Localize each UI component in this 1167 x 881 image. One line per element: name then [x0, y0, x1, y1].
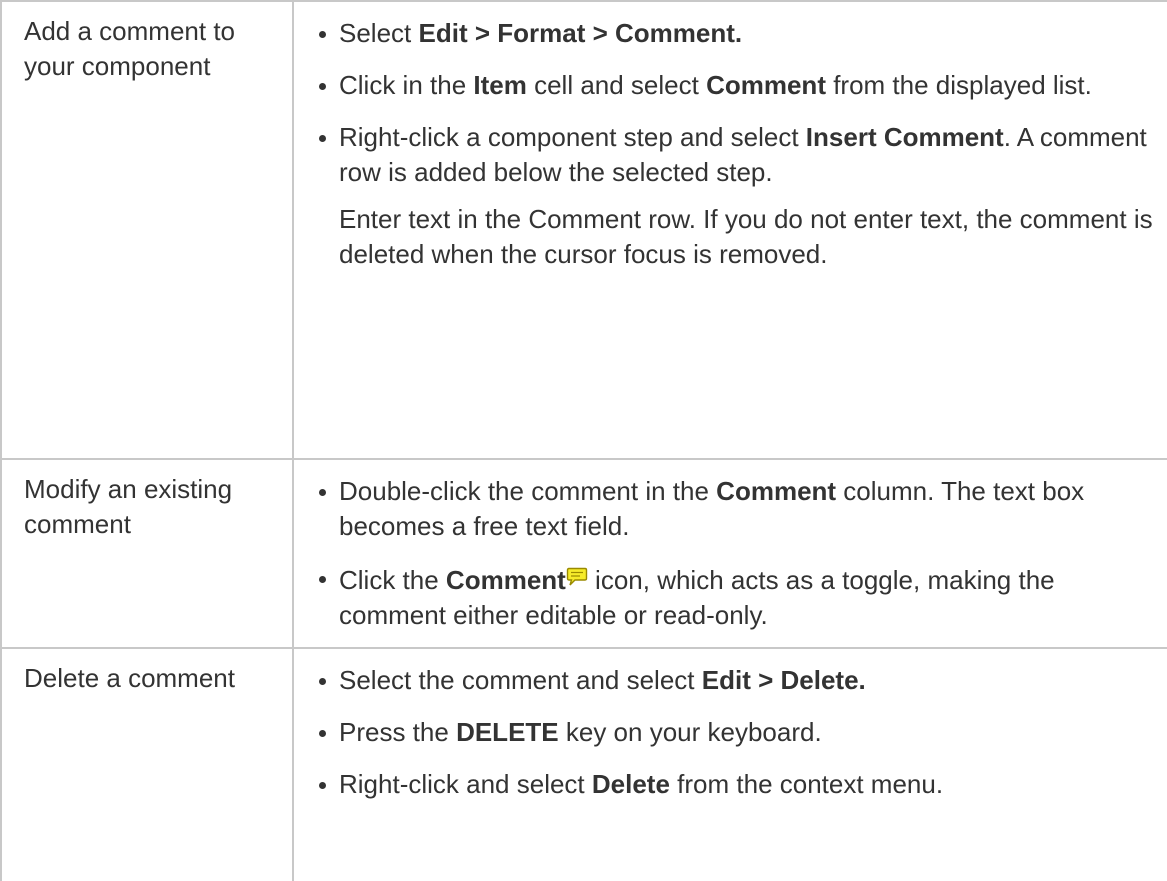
bullet-icon	[319, 782, 326, 789]
steps-list: Double-click the comment in the Comment …	[294, 474, 1167, 633]
list-item: Click the Comment icon, which acts as a …	[294, 561, 1167, 633]
table-row: Add a comment to your component Select E…	[0, 1, 1167, 459]
bullet-icon	[319, 678, 326, 685]
bold-term: Comment	[706, 70, 826, 100]
step-text: cell and select	[526, 70, 707, 100]
step-note: Enter text in the Comment row. If you do…	[339, 204, 1153, 269]
steps-list: Select the comment and select Edit > Del…	[294, 663, 1167, 802]
steps-cell: Select Edit > Format > Comment. Click in …	[293, 1, 1167, 459]
bold-term: Comment	[445, 565, 566, 595]
bullet-icon	[319, 576, 326, 583]
task-cell: Modify an existing comment	[0, 459, 294, 648]
comment-icon	[566, 561, 588, 596]
bullet-icon	[319, 135, 326, 142]
step-text: from the context menu.	[669, 769, 944, 799]
bold-term: Insert Comment	[805, 122, 1004, 152]
bold-term: Delete	[591, 769, 670, 799]
bold-term: Comment	[716, 476, 837, 506]
table-row: Modify an existing comment Double-click …	[0, 459, 1167, 648]
list-item: Select Edit > Format > Comment.	[294, 16, 1167, 51]
step-text: Select	[339, 18, 419, 48]
task-label: Delete a comment	[24, 663, 235, 693]
list-item: Right-click a component step and select …	[294, 120, 1167, 190]
bold-term: Edit > Delete.	[701, 665, 866, 695]
step-text: Double-click the comment in the	[339, 476, 717, 506]
bold-term: DELETE	[456, 717, 559, 747]
bullet-icon	[319, 83, 326, 90]
task-label: Modify an existing comment	[24, 474, 233, 539]
list-item: Press the DELETE key on your keyboard.	[294, 715, 1167, 750]
list-item: Right-click and select Delete from the c…	[294, 767, 1167, 802]
step-text: key on your keyboard.	[558, 717, 822, 747]
steps-list: Select Edit > Format > Comment. Click in …	[294, 16, 1167, 190]
bold-term: Item	[473, 70, 527, 100]
step-text: Select the comment and select	[339, 665, 702, 695]
step-text: Right-click a component step and select	[339, 122, 806, 152]
step-text: Right-click and select	[339, 769, 592, 799]
table-row: Delete a comment Select the comment and …	[0, 648, 1167, 881]
task-cell: Delete a comment	[0, 648, 294, 881]
step-text: Click the	[339, 565, 446, 595]
comment-tasks-table: Add a comment to your component Select E…	[0, 0, 1167, 881]
steps-cell: Select the comment and select Edit > Del…	[293, 648, 1167, 881]
bullet-icon	[319, 730, 326, 737]
list-item: Double-click the comment in the Comment …	[294, 474, 1167, 544]
list-item: Click in the Item cell and select Commen…	[294, 68, 1167, 103]
bullet-icon	[319, 31, 326, 38]
step-text: Press the	[339, 717, 457, 747]
step-text: from the displayed list.	[825, 70, 1092, 100]
list-item: Select the comment and select Edit > Del…	[294, 663, 1167, 698]
step-text: Click in the	[339, 70, 474, 100]
steps-cell: Double-click the comment in the Comment …	[293, 459, 1167, 648]
task-cell: Add a comment to your component	[0, 1, 294, 459]
bullet-icon	[319, 489, 326, 496]
bold-term: Edit > Format > Comment.	[418, 18, 743, 48]
task-label: Add a comment to your component	[24, 16, 235, 81]
